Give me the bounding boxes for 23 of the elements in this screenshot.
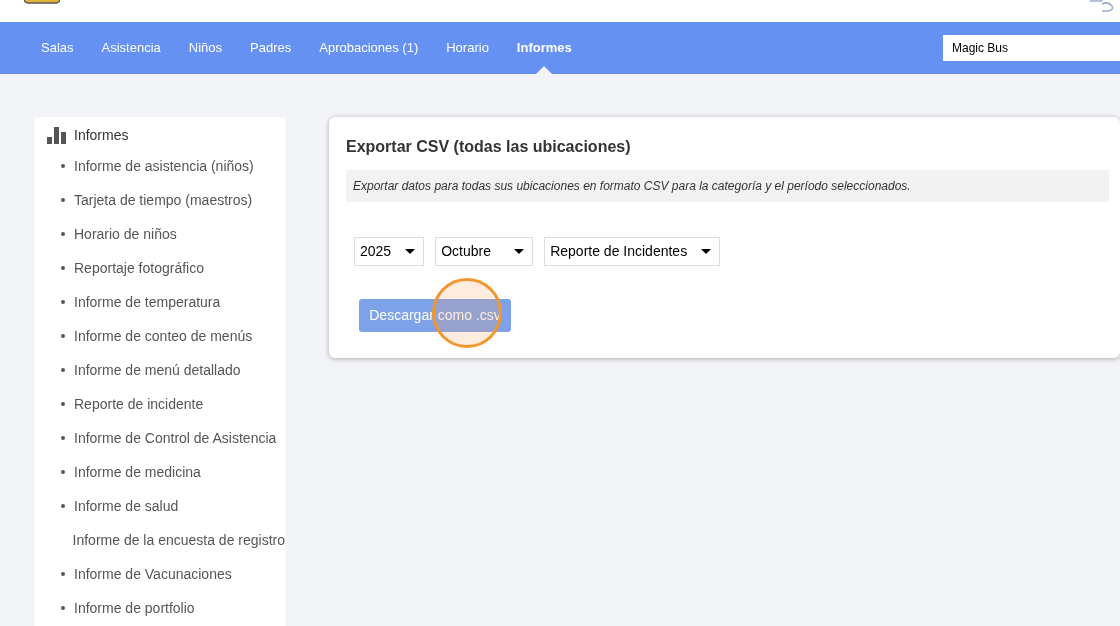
report-link[interactable]: Informe de asistencia (niños) xyxy=(74,155,254,177)
report-link[interactable]: Informe de salud xyxy=(74,495,179,517)
bar-chart-icon xyxy=(47,126,66,144)
logo-icon xyxy=(24,0,60,4)
sidebar-title: Informes xyxy=(74,125,129,145)
report-link[interactable]: Informe de Vacunaciones xyxy=(74,563,232,585)
dropdown-select[interactable]: Reporte de Incidentes xyxy=(544,237,721,266)
report-link[interactable]: Informe de temperatura xyxy=(74,291,221,313)
report-link[interactable]: Reportaje fotográfico xyxy=(74,257,204,279)
report-link[interactable]: Informe de medicina xyxy=(74,461,201,483)
report-link[interactable]: Informe de portfolio xyxy=(74,597,195,619)
dropdown-select[interactable]: 2025 xyxy=(354,237,425,266)
report-link[interactable]: Informe de la encuesta de registro xyxy=(72,529,285,551)
report-link[interactable]: Tarjeta de tiempo (maestros) xyxy=(74,189,253,211)
location-field[interactable]: Magic Bus xyxy=(943,35,1120,61)
report-link[interactable]: Informe de Control de Asistencia xyxy=(74,427,277,449)
report-link[interactable]: Informe de conteo de menús xyxy=(74,325,253,347)
report-link[interactable]: Informe de menú detallado xyxy=(74,359,241,381)
description-text: Exportar datos para todas sus ubicaciones en formato CSV para la categoría y el período seleccionados. xyxy=(353,178,911,195)
report-link[interactable]: Horario de niños xyxy=(74,223,177,245)
report-link[interactable]: Reporte de incidente xyxy=(74,393,204,415)
card-title: Exportar CSV (todas las ubicaciones) xyxy=(346,137,632,155)
dropdown-select[interactable]: Octubre xyxy=(435,237,534,266)
